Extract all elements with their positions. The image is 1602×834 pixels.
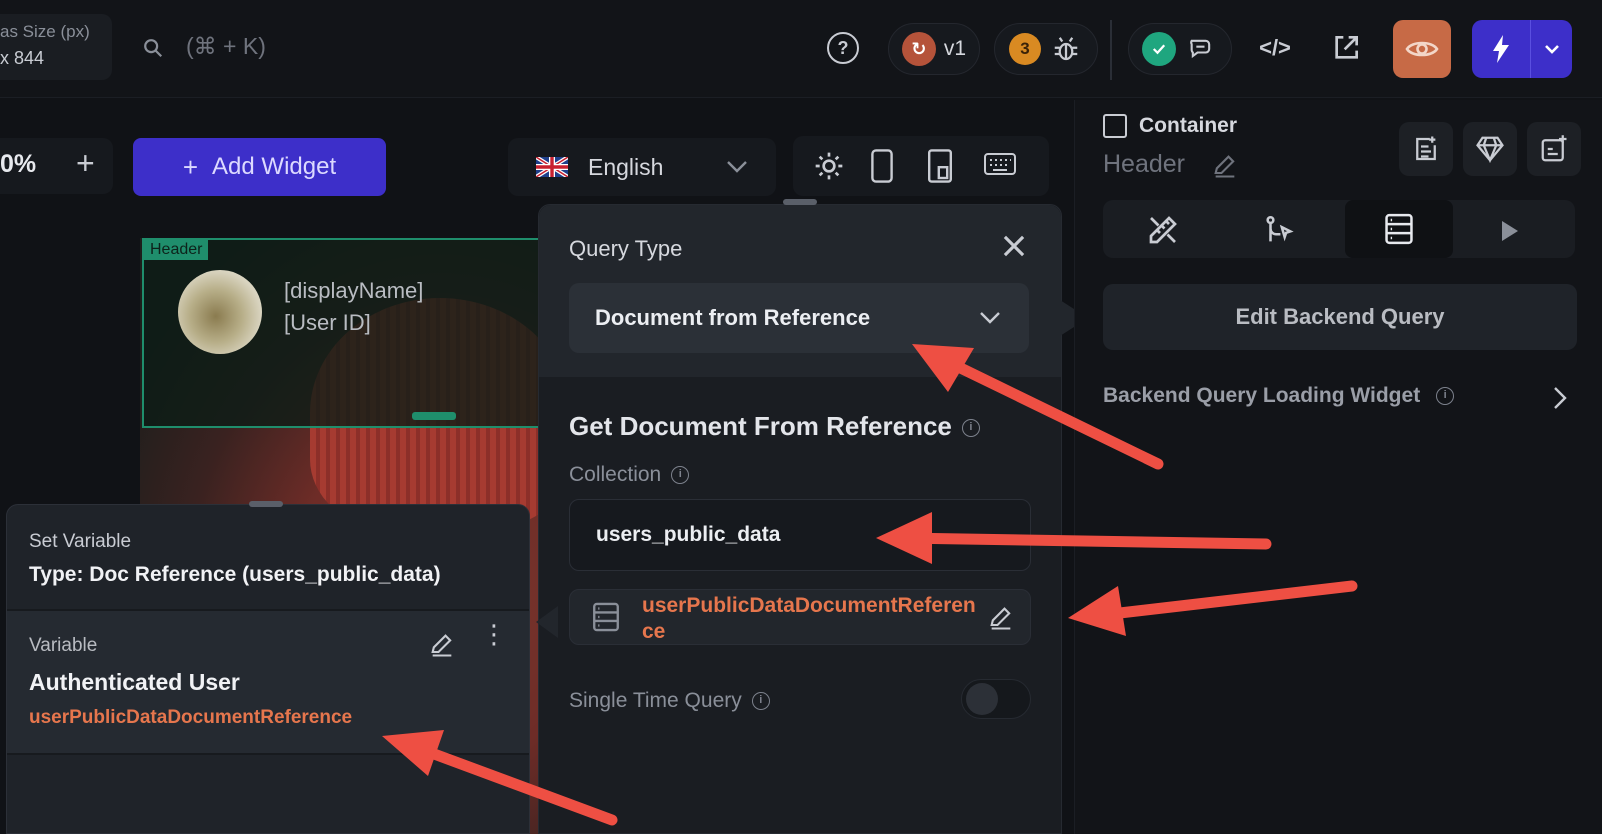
arrow-shaft-collection: [896, 532, 1272, 550]
arrow-shaft-variable: [412, 742, 618, 826]
arrow-head-variable: [382, 730, 444, 776]
arrow-head-collection: [876, 512, 932, 564]
arrow-shaft-query-type: [934, 352, 1164, 470]
arrow-shaft-reference: [1088, 580, 1358, 622]
arrow-head-reference: [1068, 586, 1126, 636]
annotation-arrows: [382, 344, 1358, 826]
